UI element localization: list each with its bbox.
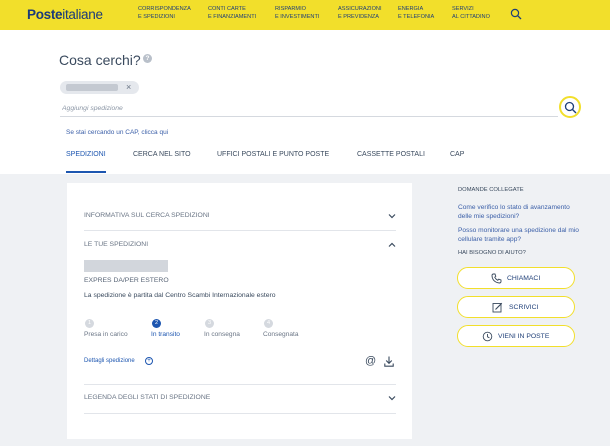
accordion-label: Legenda degli stati di spedizione — [84, 394, 211, 401]
help-icon[interactable]: ? — [143, 54, 152, 63]
step-1-label: Presa in carico — [84, 331, 128, 338]
shipment-details-link[interactable]: Dettagli spedizione — [84, 358, 135, 364]
write-us-button[interactable]: Scrivici — [457, 296, 575, 318]
nav-line: Assicurazioni — [338, 6, 382, 12]
nav-line: e spedizioni — [138, 13, 175, 20]
accordion-label: Informativa sul cerca spedizioni — [84, 212, 210, 219]
step-2-label: In transito — [151, 331, 180, 338]
logo-light: italiane — [62, 7, 103, 22]
accordion-my-shipments[interactable]: Le tue spedizioni — [84, 241, 396, 253]
divider — [84, 413, 396, 414]
chevron-up-icon — [388, 242, 396, 247]
download-icon[interactable] — [384, 356, 394, 367]
nav-line: e telefonia — [398, 13, 435, 20]
nav-assicurazioni[interactable]: Assicurazioni e previdenza — [338, 6, 382, 21]
nav-line: Conti carte — [208, 6, 246, 12]
tab-uffici-postali[interactable]: Uffici postali e punto poste — [217, 151, 329, 158]
poste-italiane-logo[interactable]: Posteitaliane — [27, 7, 103, 22]
cap-search-link[interactable]: Se stai cercando un CAP, clicca qui — [66, 129, 168, 136]
call-us-button[interactable]: Chiamaci — [457, 267, 575, 289]
tab-cassette-postali[interactable]: Cassette postali — [357, 151, 425, 158]
email-at-icon[interactable]: @ — [365, 355, 376, 367]
accordion-label: Le tue spedizioni — [84, 241, 149, 248]
tab-cap[interactable]: CAP — [450, 151, 464, 158]
top-nav: Posteitaliane Corrispondenza e spedizioni… — [0, 0, 610, 30]
nav-risparmio[interactable]: Risparmio e investimenti — [275, 6, 319, 21]
step-4-indicator: 4 — [264, 319, 273, 328]
nav-line: e finanziamenti — [208, 13, 257, 20]
chevron-down-icon — [388, 396, 396, 401]
edit-icon — [492, 302, 503, 313]
nav-line: Energia — [398, 6, 424, 12]
nav-line: al cittadino — [452, 13, 490, 20]
visit-post-office-button[interactable]: Vieni in poste — [457, 325, 575, 347]
page-title: Cosa cerchi? — [59, 52, 141, 68]
step-3-label: In consegna — [204, 331, 240, 338]
nav-corrispondenza[interactable]: Corrispondenza e spedizioni — [138, 6, 191, 21]
faq-link-status[interactable]: Come verifico lo stato di avanzamento de… — [458, 204, 582, 221]
redacted-tracking-code — [84, 260, 168, 272]
divider — [84, 230, 396, 231]
add-shipment-input[interactable] — [62, 102, 552, 114]
search-section: Cosa cerchi? ? × Se stai cercando un CAP… — [0, 30, 610, 174]
input-underline — [60, 116, 558, 117]
accordion-legend[interactable]: Legenda degli stati di spedizione — [84, 394, 396, 406]
step-3-indicator: 3 — [205, 319, 214, 328]
accordion-info[interactable]: Informativa sul cerca spedizioni — [84, 212, 396, 224]
search-icon[interactable] — [510, 8, 522, 20]
nav-servizi[interactable]: Servizi al cittadino — [452, 6, 490, 21]
tracking-chip[interactable]: × — [60, 81, 139, 94]
step-4-label: Consegnata — [263, 331, 299, 338]
shipment-type: Expres da/per estero — [84, 277, 169, 284]
redacted-tracking-number — [66, 84, 118, 91]
nav-conti-carte[interactable]: Conti carte e finanziamenti — [208, 6, 256, 21]
shipment-status: La spedizione è partita dal Centro Scamb… — [84, 292, 276, 299]
help-title: Hai bisogno di aiuto? — [458, 250, 526, 256]
plus-circle-icon[interactable]: + — [145, 357, 153, 365]
logo-bold: Poste — [27, 7, 63, 22]
clock-icon — [482, 331, 493, 342]
shipments-card: Informativa sul cerca spedizioni Le tue … — [67, 183, 412, 439]
nav-line: Corrispondenza — [138, 6, 191, 12]
nav-line: e investimenti — [275, 13, 320, 20]
nav-line: e previdenza — [338, 13, 380, 20]
button-label: Chiamaci — [507, 275, 541, 282]
nav-energia[interactable]: Energia e telefonia — [398, 6, 434, 21]
search-button[interactable] — [559, 96, 581, 118]
active-tab-indicator — [66, 171, 106, 173]
phone-icon — [491, 273, 502, 284]
button-label: Scrivici — [509, 304, 539, 311]
button-label: Vieni in poste — [498, 333, 550, 340]
step-2-indicator: 2 — [152, 319, 161, 328]
step-1-indicator: 1 — [85, 319, 94, 328]
nav-line: Servizi — [452, 6, 474, 12]
tab-cerca-nel-sito[interactable]: Cerca nel sito — [133, 151, 191, 158]
divider — [84, 384, 396, 385]
tab-spedizioni[interactable]: Spedizioni — [66, 151, 106, 158]
faq-link-app[interactable]: Posso monitorare una spedizione dal mio … — [458, 227, 582, 244]
nav-line: Risparmio — [275, 6, 306, 12]
chevron-down-icon — [388, 214, 396, 219]
search-icon — [564, 101, 577, 114]
close-icon[interactable]: × — [126, 82, 131, 93]
related-questions-title: Domande collegate — [458, 187, 524, 193]
